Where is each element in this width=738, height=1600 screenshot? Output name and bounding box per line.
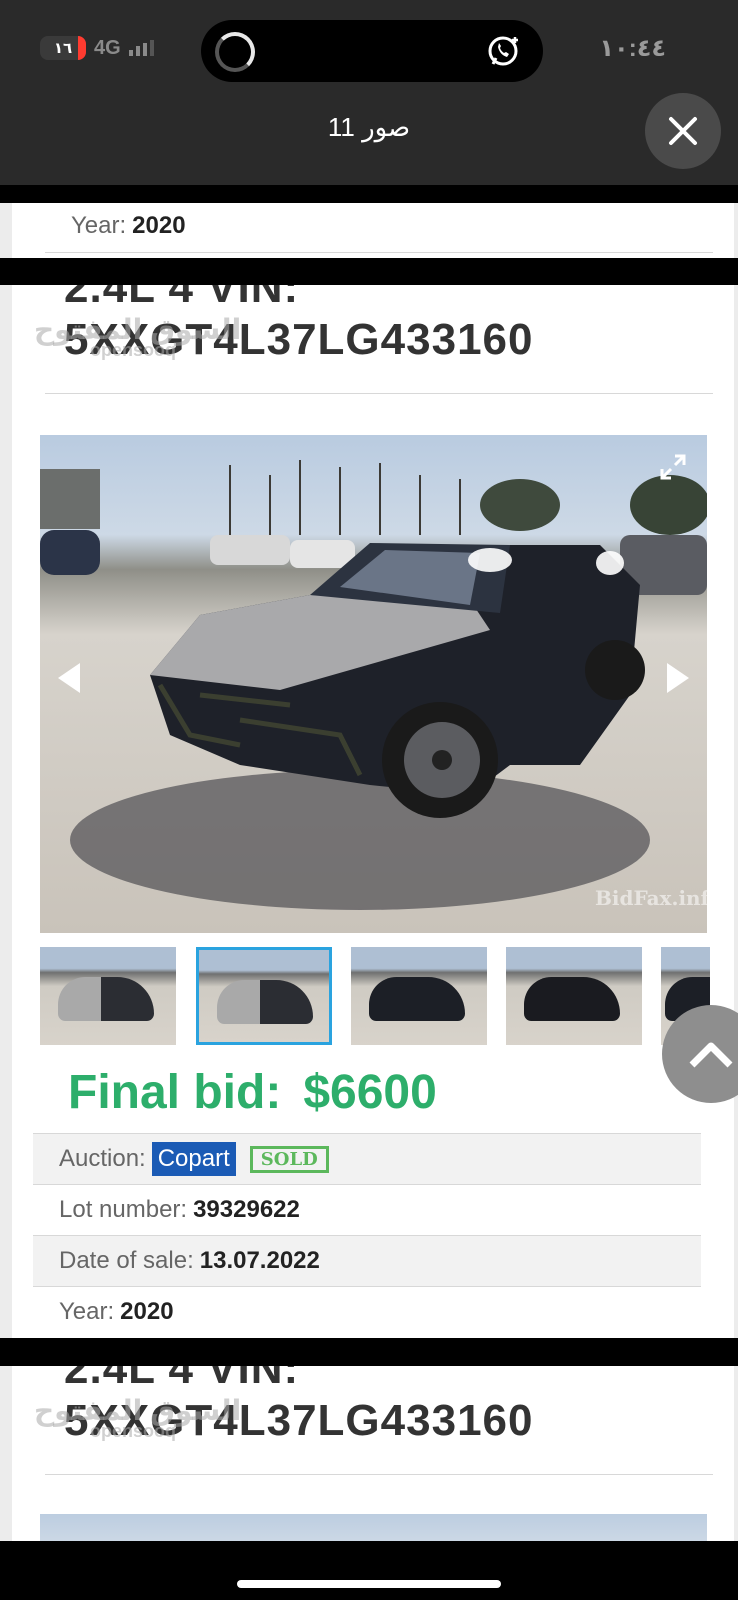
- vin-line-1: 2.4L 4 VIN:: [64, 1366, 300, 1393]
- fullscreen-icon[interactable]: [659, 453, 687, 481]
- thumbnail-2[interactable]: [196, 947, 332, 1045]
- close-icon: [669, 117, 697, 145]
- thumbnail-3[interactable]: [351, 947, 487, 1045]
- date-row: Date of sale: 13.07.2022: [33, 1236, 701, 1286]
- final-bid-label: Final bid:: [68, 1066, 282, 1119]
- image-panel-main[interactable]: 2.4L 4 VIN: 5XXGT4L37LG433160 السوق المف…: [0, 285, 738, 1338]
- loading-spinner-icon: [215, 32, 255, 72]
- damaged-car-image: BidFax.info: [40, 460, 707, 910]
- whatsapp-call-icon: [488, 36, 518, 66]
- thumbnail-1[interactable]: [40, 947, 176, 1045]
- close-button[interactable]: [645, 93, 721, 169]
- chevron-up-icon: [689, 1042, 733, 1068]
- year-label: Year:: [71, 212, 127, 239]
- divider: [45, 252, 713, 253]
- photo-watermark: BidFax.info: [595, 886, 707, 910]
- final-bid: Final bid: $6600: [68, 1065, 437, 1120]
- car-photo-next[interactable]: [40, 1514, 707, 1541]
- auction-label: Auction:: [59, 1145, 146, 1172]
- sold-badge: SOLD: [249, 1145, 329, 1173]
- opensooq-watermark: السوق المفتوح opensooq: [34, 1394, 241, 1442]
- lot-row: Lot number: 39329622: [33, 1185, 701, 1235]
- status-bar: ١٦ 4G ١٠:٤٤: [0, 18, 738, 82]
- status-left: ١٦ 4G: [40, 36, 154, 60]
- vin-line-1: 2.4L 4 VIN:: [64, 285, 300, 312]
- viewer-header: ١٦ 4G ١٠:٤٤ 11 صور: [0, 0, 738, 185]
- date-value: 13.07.2022: [199, 1247, 320, 1274]
- year-value: 2020: [132, 212, 186, 239]
- year-row: Year: 2020: [45, 203, 713, 251]
- divider: [45, 1474, 713, 1475]
- next-image-arrow-icon[interactable]: [667, 663, 689, 693]
- lot-value: 39329622: [193, 1196, 300, 1223]
- year-value: 2020: [120, 1298, 174, 1325]
- image-panel-top: Year: 2020: [0, 203, 738, 258]
- battery-level: ١٦: [53, 40, 73, 57]
- divider: [45, 393, 713, 394]
- car-photo[interactable]: BidFax.info: [40, 435, 707, 933]
- status-time: ١٠:٤٤: [599, 35, 666, 62]
- viewer-title: 11 صور: [327, 112, 411, 142]
- lot-label: Lot number:: [59, 1196, 188, 1223]
- image-panel-bottom[interactable]: 2.4L 4 VIN: 5XXGT4L37LG433160 السوق المف…: [0, 1366, 738, 1541]
- final-bid-value: $6600: [303, 1066, 437, 1119]
- date-label: Date of sale:: [59, 1247, 194, 1274]
- year-row: Year: 2020: [33, 1287, 701, 1337]
- prev-image-arrow-icon[interactable]: [58, 663, 80, 693]
- network-type: 4G: [94, 36, 121, 59]
- auction-value: Copart: [151, 1142, 236, 1176]
- thumbnail-4[interactable]: [506, 947, 642, 1045]
- signal-icon: [128, 40, 154, 56]
- opensooq-watermark: السوق المفتوح opensooq: [34, 313, 241, 361]
- battery-icon: ١٦: [40, 36, 86, 60]
- dynamic-island: [201, 20, 543, 82]
- home-indicator[interactable]: [237, 1580, 501, 1588]
- auction-row: Auction: Copart SOLD: [33, 1134, 701, 1184]
- year-label: Year:: [59, 1298, 115, 1325]
- home-bar: [0, 1541, 738, 1600]
- thumbnail-strip: [40, 947, 710, 1047]
